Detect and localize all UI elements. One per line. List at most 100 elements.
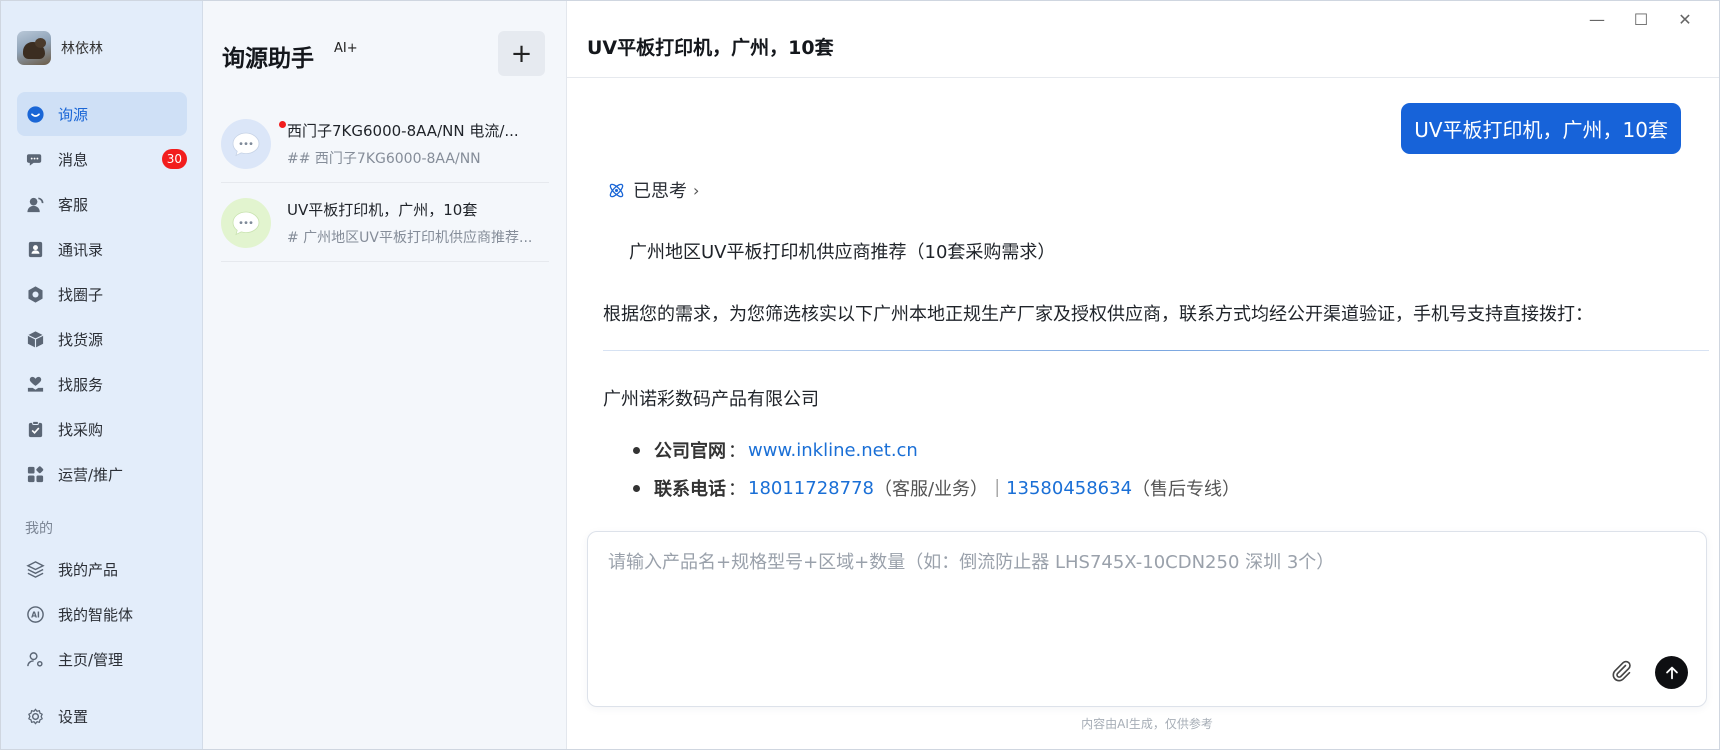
divider (603, 350, 1709, 351)
mine-menu: 我的产品 AI 我的智能体 主页/管理 (17, 547, 187, 682)
phone-separator: ｜ (988, 479, 1007, 500)
user-name: 林依林 (61, 41, 103, 57)
main-menu: 询源 消息 30 客服 通讯录 找圈子 找货源 找服务 找采购 运营/推广 (17, 92, 187, 497)
sidebar-item-purchase[interactable]: 找采购 (17, 407, 187, 451)
message-composer (587, 531, 1707, 707)
user-gear-icon (25, 649, 45, 669)
chat-bubble-icon (221, 197, 271, 248)
conversation-preview: # 广州地区UV平板打印机供应商推荐... (287, 229, 533, 246)
window-controls: — ☐ ✕ (1575, 7, 1707, 31)
sidebar-item-label: 客服 (58, 195, 89, 214)
bullet-dot (633, 446, 640, 454)
phone-link-1[interactable]: 18011728778 (748, 478, 874, 499)
avatar[interactable] (17, 31, 51, 65)
section-label-mine: 我的 (25, 521, 53, 537)
conversation-preview: ## 西门子7KG6000-8AA/NN (287, 150, 481, 167)
sidebar-item-label: 设置 (58, 707, 89, 726)
chevron-right-icon: › (693, 180, 700, 200)
close-button[interactable]: ✕ (1663, 7, 1707, 31)
chat-title: UV平板打印机，广州，10套 (587, 37, 834, 59)
sidebar-item-label: 我的智能体 (58, 605, 134, 624)
heart-hand-icon (25, 374, 45, 394)
ai-disclaimer: 内容由AI生成，仅供参考 (1081, 717, 1213, 731)
app-window: 林依林 询源 消息 30 客服 通讯录 找圈子 找货源 找服务 找采购 运营/推… (0, 0, 1720, 750)
settings-area: 设置 (17, 694, 187, 739)
user-message-bubble: UV平板打印机，广州，10套 (1401, 103, 1681, 154)
chat-bubble-icon (25, 104, 45, 124)
customer-service-icon (25, 194, 45, 214)
sidebar-item-label: 找货源 (58, 330, 104, 349)
svg-text:AI: AI (31, 610, 40, 619)
sidebar-item-label: 消息 (58, 150, 89, 169)
panel-title: 询源助手 (222, 46, 314, 72)
grid-icon (25, 464, 45, 484)
sidebar-item-label: 询源 (58, 105, 89, 124)
sidebar-item-label: 通讯录 (58, 240, 104, 259)
conversation-panel: 询源助手 AI+ + 西门子7KG6000-8AA/NN 电流/... ## 西… (203, 1, 567, 749)
company-name: 广州诺彩数码产品有限公司 (603, 389, 819, 410)
sidebar-item-service[interactable]: 客服 (17, 182, 187, 226)
conversation-item[interactable]: UV平板打印机，广州，10套 # 广州地区UV平板打印机供应商推荐... (221, 184, 549, 262)
answer-intro: 根据您的需求，为您筛选核实以下广州本地正规生产厂家及授权供应商，联系方式均经公开… (603, 304, 1593, 325)
bullet-dot (633, 484, 640, 492)
chat-area: UV平板打印机，广州，10套 — ☐ ✕ UV平板打印机，广州，10套 已思考 … (567, 1, 1719, 749)
attach-button[interactable] (1606, 656, 1636, 686)
list-item: 公司官网 ： www.inkline.net.cn (633, 431, 1240, 469)
phone-note-2: （售后专线） (1132, 479, 1241, 500)
sidebar-item-home[interactable]: 主页/管理 (17, 637, 187, 681)
phone-note-1: （客服/业务） (873, 479, 989, 500)
box-icon (25, 329, 45, 349)
paperclip-icon (1612, 660, 1631, 682)
sidebar-item-contacts[interactable]: 通讯录 (17, 227, 187, 271)
thought-label: 已思考 (633, 181, 687, 202)
answer-heading: 广州地区UV平板打印机供应商推荐（10套采购需求） (629, 242, 1056, 263)
maximize-button[interactable]: ☐ (1619, 7, 1663, 31)
unread-dot (279, 121, 286, 128)
sidebar-item-settings[interactable]: 设置 (17, 694, 187, 738)
minimize-button[interactable]: — (1575, 7, 1619, 31)
company-details: 公司官网 ： www.inkline.net.cn 联系电话 ： 1801172… (633, 431, 1240, 507)
phone-label: 联系电话 (654, 479, 726, 500)
chat-bubble-icon (221, 118, 271, 169)
message-list[interactable]: UV平板打印机，广州，10套 已思考 › 广州地区UV平板打印机供应商推荐（10… (567, 79, 1719, 511)
message-icon (25, 149, 45, 169)
sidebar-item-label: 我的产品 (58, 560, 119, 579)
sidebar-item-agents[interactable]: AI 我的智能体 (17, 592, 187, 636)
sidebar-item-services[interactable]: 找服务 (17, 362, 187, 406)
conversation-title: 西门子7KG6000-8AA/NN 电流/... (287, 121, 519, 140)
sidebar-item-label: 找服务 (58, 375, 104, 394)
sidebar-item-label: 主页/管理 (58, 650, 124, 669)
chat-header: UV平板打印机，广州，10套 (567, 1, 1719, 78)
send-button[interactable] (1655, 656, 1688, 689)
sidebar-item-products[interactable]: 我的产品 (17, 547, 187, 591)
sidebar-item-circle[interactable]: 找圈子 (17, 272, 187, 316)
website-link[interactable]: www.inkline.net.cn (748, 440, 918, 461)
sidebar-item-ops[interactable]: 运营/推广 (17, 452, 187, 496)
sidebar-item-xunyuan[interactable]: 询源 (17, 92, 187, 136)
ai-tag: AI+ (334, 41, 358, 56)
thought-toggle[interactable]: 已思考 › (607, 177, 699, 203)
contacts-icon (25, 239, 45, 259)
website-label: 公司官网 (654, 441, 726, 462)
layers-icon (25, 559, 45, 579)
hexagon-icon (25, 284, 45, 304)
unread-badge: 30 (161, 149, 187, 169)
atom-icon (609, 183, 624, 197)
gear-icon (25, 706, 45, 726)
sidebar-item-goods[interactable]: 找货源 (17, 317, 187, 361)
sidebar-item-label: 找采购 (58, 420, 104, 439)
new-conversation-button[interactable]: + (498, 31, 545, 76)
sidebar-nav: 林依林 询源 消息 30 客服 通讯录 找圈子 找货源 找服务 找采购 运营/推… (1, 1, 203, 749)
list-item: 联系电话 ： 18011728778 （客服/业务） ｜ 13580458634… (633, 469, 1240, 507)
sidebar-item-label: 找圈子 (58, 285, 104, 304)
message-input[interactable] (608, 548, 1608, 648)
conversation-title: UV平板打印机，广州，10套 (287, 200, 478, 219)
clipboard-icon (25, 419, 45, 439)
user-profile[interactable]: 林依林 (17, 31, 103, 65)
phone-link-2[interactable]: 13580458634 (1006, 478, 1132, 499)
sidebar-item-label: 运营/推广 (58, 465, 124, 484)
ai-icon: AI (25, 604, 45, 624)
arrow-up-icon (1665, 666, 1678, 679)
conversation-item[interactable]: 西门子7KG6000-8AA/NN 电流/... ## 西门子7KG6000-8… (221, 105, 549, 183)
sidebar-item-messages[interactable]: 消息 30 (17, 137, 187, 181)
